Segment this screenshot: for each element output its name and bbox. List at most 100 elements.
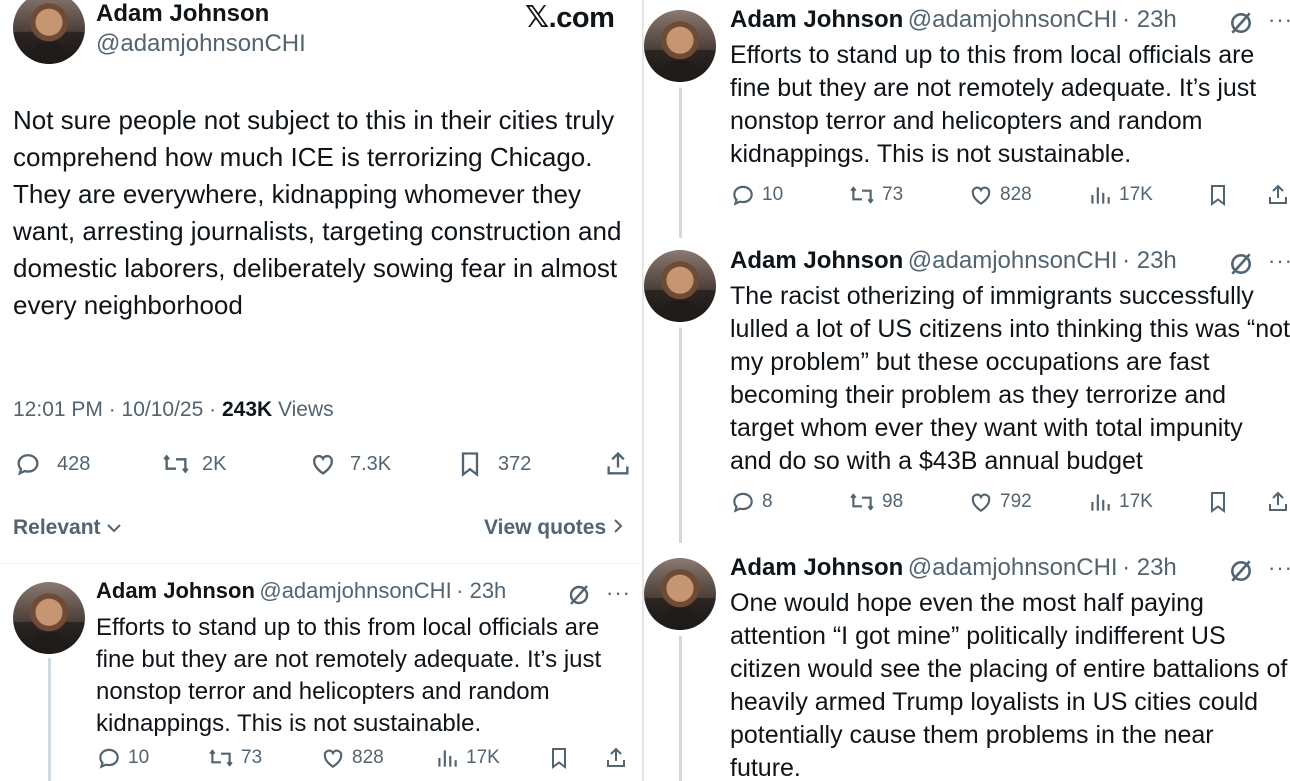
chevron-down-icon [107, 524, 122, 533]
reply-count: 10 [128, 747, 150, 768]
bookmark-icon [1211, 492, 1225, 513]
thread-panel: Adam Johnson @adamjohnsonCHI · 23h ··· E… [642, 0, 1290, 781]
reply-author-handle[interactable]: @adamjohnsonCHI [908, 6, 1118, 33]
reply-button[interactable]: 428 [13, 450, 90, 478]
bookmark-count: 372 [498, 452, 532, 475]
like-button[interactable]: 828 [320, 745, 384, 771]
reply-time[interactable]: · 23h [456, 578, 506, 603]
bookmark-button[interactable] [1206, 489, 1230, 515]
like-count: 7.3K [350, 452, 392, 475]
views-label: Views [272, 398, 334, 421]
reply-time[interactable]: · 23h [1122, 554, 1177, 581]
views-button[interactable]: 17K [1087, 489, 1153, 515]
site-logo: 𝕏.com [525, 0, 615, 35]
reply-author-name[interactable]: Adam Johnson [730, 6, 903, 33]
more-icon[interactable]: ··· [1268, 555, 1290, 581]
thread-line [679, 88, 682, 238]
chevron-right-icon [614, 519, 623, 533]
reply-icon [733, 185, 753, 206]
tweet-timestamp: 12:01 PM · 10/10/25 · 243K Views [13, 398, 334, 422]
bookmark-button[interactable] [1206, 182, 1230, 208]
reply-author-name[interactable]: Adam Johnson [730, 554, 903, 581]
share-icon [607, 747, 625, 767]
views-icon [438, 750, 457, 767]
views-count: 17K [1119, 491, 1153, 512]
thread-line [679, 328, 682, 543]
author-name[interactable]: Adam Johnson [96, 0, 269, 28]
heart-icon [971, 186, 991, 205]
reply-text: Efforts to stand up to this from local o… [96, 614, 602, 737]
reply-header: Adam Johnson @adamjohnsonCHI · 23h [730, 247, 1177, 275]
main-tweet-panel: Adam Johnson @adamjohnsonCHI 𝕏.com Not s… [0, 0, 640, 781]
heart-icon [313, 454, 333, 475]
reply-avatar[interactable] [644, 250, 716, 322]
reply-icon [733, 492, 753, 513]
more-icon[interactable]: ··· [1268, 7, 1290, 33]
bookmark-button[interactable]: 372 [456, 450, 531, 478]
views-icon [1091, 187, 1110, 204]
share-button[interactable] [604, 745, 628, 771]
views-icon [1091, 494, 1110, 511]
reply-button[interactable]: 8 [730, 489, 773, 515]
reply-text: The racist otherizing of immigrants succ… [730, 282, 1290, 475]
grok-icon[interactable] [1228, 558, 1254, 584]
like-button[interactable]: 828 [968, 182, 1032, 208]
x-logo-icon: 𝕏 [525, 0, 549, 35]
author-handle[interactable]: @adamjohnsonCHI [96, 30, 306, 58]
reply-avatar[interactable] [644, 558, 716, 630]
view-quotes-label: View quotes [484, 516, 607, 539]
views-count: 243K [221, 398, 273, 421]
like-count: 828 [352, 747, 384, 768]
repost-button[interactable]: 73 [848, 182, 903, 208]
avatar[interactable] [13, 0, 85, 64]
repost-count: 98 [882, 491, 904, 512]
view-quotes-link[interactable]: View quotes [484, 516, 624, 540]
repost-button[interactable]: 2K [160, 450, 226, 478]
more-icon[interactable]: ··· [1268, 248, 1290, 274]
reply-time[interactable]: · 23h [1122, 247, 1177, 274]
repost-button[interactable]: 73 [207, 745, 262, 771]
sort-relevant-dropdown[interactable]: Relevant [13, 516, 122, 540]
more-icon[interactable]: ··· [606, 580, 631, 606]
reply-icon [99, 748, 119, 769]
views-button[interactable]: 17K [1087, 182, 1153, 208]
share-button[interactable] [1266, 182, 1290, 208]
reply-avatar[interactable] [13, 582, 85, 654]
reply-count: 10 [762, 184, 784, 205]
reply-avatar[interactable] [644, 10, 716, 82]
bookmark-button[interactable] [547, 745, 571, 771]
grok-icon[interactable] [1228, 251, 1254, 277]
repost-button[interactable]: 98 [848, 489, 903, 515]
reply-author-handle[interactable]: @adamjohnsonCHI [908, 247, 1118, 274]
views-button[interactable]: 17K [434, 745, 500, 771]
tweet-time[interactable]: 12:01 PM · 10/10/25 · [13, 398, 222, 421]
reply-time[interactable]: · 23h [1122, 6, 1177, 33]
repost-icon [209, 749, 233, 767]
like-count: 828 [1000, 184, 1032, 205]
reply-button[interactable]: 10 [96, 745, 149, 771]
heart-icon [971, 493, 991, 512]
reply-author-name[interactable]: Adam Johnson [96, 578, 255, 603]
bookmark-icon [1211, 185, 1225, 206]
reply-header: Adam Johnson @adamjohnsonCHI · 23h [96, 578, 506, 604]
thread-line [48, 658, 51, 781]
like-count: 792 [1000, 491, 1032, 512]
like-button[interactable]: 7.3K [308, 450, 391, 478]
reply-button[interactable]: 10 [730, 182, 783, 208]
reply-author-handle[interactable]: @adamjohnsonCHI [908, 554, 1118, 581]
share-icon [1269, 491, 1287, 511]
share-button[interactable] [1266, 489, 1290, 515]
repost-icon [850, 493, 874, 511]
reply-text: One would hope even the most half paying… [730, 589, 1288, 781]
bookmark-icon [552, 748, 566, 769]
relevant-label: Relevant [13, 516, 101, 539]
thread-line [679, 636, 682, 781]
share-button[interactable] [604, 450, 632, 478]
site-domain: .com [548, 2, 615, 34]
like-button[interactable]: 792 [968, 489, 1032, 515]
grok-icon[interactable] [567, 583, 591, 607]
views-count: 17K [466, 747, 500, 768]
grok-icon[interactable] [1228, 10, 1254, 36]
reply-author-name[interactable]: Adam Johnson [730, 247, 903, 274]
reply-author-handle[interactable]: @adamjohnsonCHI [259, 578, 451, 603]
